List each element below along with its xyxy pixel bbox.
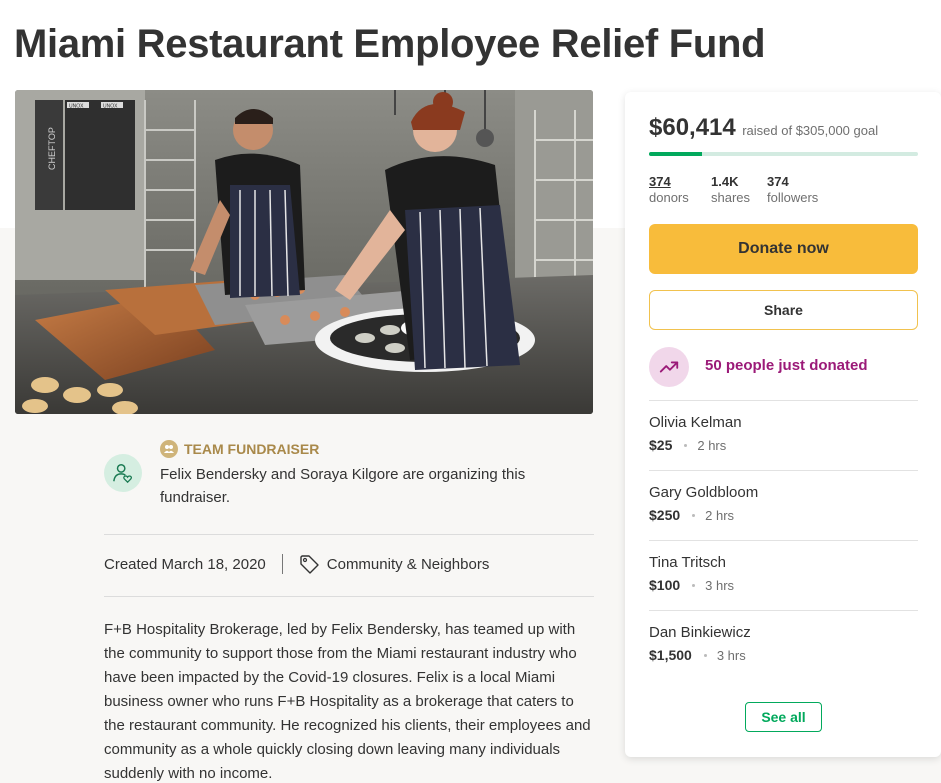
- trending-up-icon: [659, 361, 679, 373]
- oven-badge-left: UNOX: [69, 104, 84, 110]
- stat-label: shares: [711, 190, 751, 205]
- donation-amount: $25: [649, 437, 673, 453]
- donation-item: Tina Tritsch $100 3 hrs: [649, 540, 918, 610]
- story-text: F+B Hospitality Brokerage, led by Felix …: [104, 621, 591, 782]
- donation-time: 2 hrs: [697, 437, 727, 453]
- stats-row: 374 donors 1.4K shares 374 followers: [649, 174, 818, 206]
- team-fundraiser-label: TEAM FUNDRAISER: [160, 440, 319, 458]
- tag-icon: [300, 555, 319, 574]
- donation-amount: $250: [649, 507, 681, 523]
- stat-value: 1.4K: [711, 174, 739, 189]
- donation-item: Gary Goldbloom $250 2 hrs: [649, 470, 918, 540]
- donation-time: 2 hrs: [705, 507, 735, 523]
- trend-badge: [649, 347, 689, 387]
- user-heart-icon: [113, 464, 133, 484]
- see-all-button[interactable]: See all: [745, 702, 822, 732]
- progress-fill: [649, 152, 703, 156]
- stat-donors[interactable]: 374 donors: [649, 174, 711, 206]
- oven-side-label: CHEFTOP: [47, 127, 57, 170]
- donate-now-button[interactable]: Donate now: [649, 224, 918, 274]
- dot-separator: [692, 513, 696, 517]
- meta-separator: [281, 554, 283, 574]
- hero-image[interactable]: UNOX UNOX CHEFTOP: [15, 90, 593, 414]
- donation-amount: $100: [649, 577, 681, 593]
- group-icon: [160, 440, 178, 458]
- oven-badge-right: UNOX: [103, 104, 118, 110]
- donation-amount: $1,500: [649, 647, 692, 663]
- stat-value: 374: [649, 174, 671, 189]
- raised-amount: $60,414: [649, 114, 736, 141]
- stat-followers: 374 followers: [767, 174, 818, 206]
- donor-name: Gary Goldbloom: [649, 484, 759, 501]
- raised-goal: raised of $305,000 goal: [742, 123, 879, 138]
- divider: [104, 534, 594, 535]
- donation-card: $60,414 raised of $305,000 goal 374 dono…: [625, 92, 941, 757]
- stat-label: followers: [767, 190, 819, 205]
- recent-donations-label: 50 people just donated: [705, 357, 868, 374]
- stat-label: donors: [649, 190, 689, 205]
- page-title: Miami Restaurant Employee Relief Fund: [14, 22, 766, 66]
- donor-name: Dan Binkiewicz: [649, 624, 751, 641]
- category-label: Community & Neighbors: [326, 555, 490, 573]
- organizer-text: Felix Bendersky and Soraya Kilgore are o…: [160, 466, 526, 506]
- divider: [104, 596, 594, 597]
- donation-list: Olivia Kelman $25 2 hrs Gary Goldbloom $…: [649, 400, 918, 680]
- dot-separator: [684, 443, 688, 447]
- donor-name: Tina Tritsch: [649, 554, 726, 571]
- stat-value: 374: [767, 174, 789, 189]
- donor-name: Olivia Kelman: [649, 414, 742, 431]
- progress-bar: [649, 152, 918, 156]
- category-link[interactable]: Community & Neighbors: [299, 554, 490, 574]
- donation-time: 3 hrs: [705, 577, 735, 593]
- donation-item: Olivia Kelman $25 2 hrs: [649, 400, 918, 470]
- fundraiser-meta: Created March 18, 2020 Community & Neigh…: [104, 553, 489, 575]
- stat-shares: 1.4K shares: [711, 174, 767, 206]
- dot-separator: [703, 653, 707, 657]
- created-date: Created March 18, 2020: [104, 555, 266, 573]
- share-button[interactable]: Share: [649, 290, 918, 330]
- donation-time: 3 hrs: [716, 647, 746, 663]
- donation-item: Dan Binkiewicz $1,500 3 hrs: [649, 610, 918, 680]
- raised-summary: $60,414 raised of $305,000 goal: [649, 114, 878, 142]
- dot-separator: [692, 583, 696, 587]
- organizer-avatar: [104, 454, 142, 492]
- team-fundraiser-text: TEAM FUNDRAISER: [184, 441, 320, 457]
